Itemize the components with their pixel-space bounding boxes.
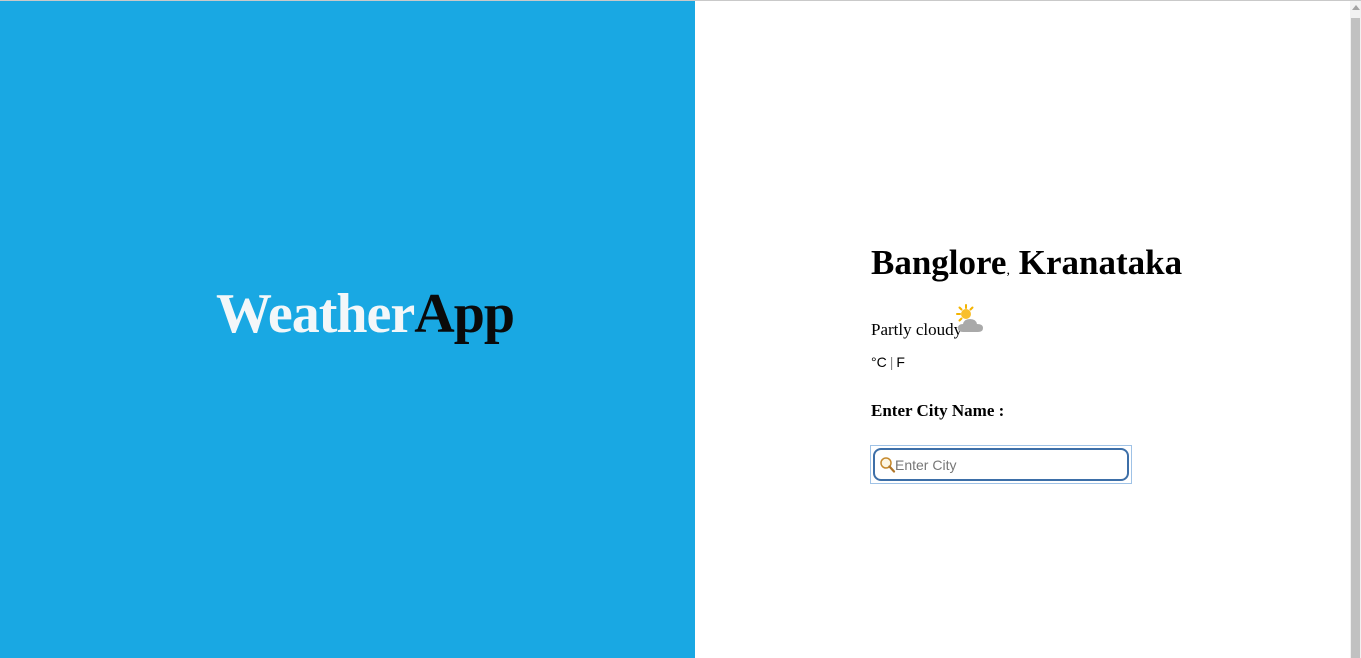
brand-word-weather: Weather bbox=[216, 283, 415, 345]
city-input-label: Enter City Name : bbox=[871, 401, 1005, 420]
vertical-scrollbar[interactable] bbox=[1350, 1, 1361, 658]
location-region: Kranataka bbox=[1018, 243, 1183, 282]
app-logo-title: WeatherApp bbox=[216, 279, 515, 349]
celsius-toggle[interactable]: °C bbox=[871, 354, 887, 370]
search-box[interactable] bbox=[873, 448, 1129, 481]
weather-condition: Partly cloudy bbox=[871, 320, 963, 339]
search-focus-ring bbox=[870, 445, 1132, 484]
location-separator: , bbox=[1006, 263, 1010, 278]
brand-panel: WeatherApp bbox=[0, 1, 695, 658]
scrollbar-thumb[interactable] bbox=[1351, 18, 1360, 658]
location-city: Banglore bbox=[871, 243, 1007, 282]
location-heading: Banglore, Kranataka bbox=[871, 241, 1182, 293]
brand-word-app: App bbox=[414, 283, 515, 345]
weather-panel: Banglore, Kranataka Partly cloudy °C | F E… bbox=[695, 1, 1350, 658]
city-search-input[interactable] bbox=[895, 452, 1123, 478]
scroll-up-arrow-icon[interactable] bbox=[1352, 5, 1360, 10]
unit-toggle: °C | F bbox=[871, 353, 905, 371]
fahrenheit-toggle[interactable]: F bbox=[896, 354, 905, 370]
unit-divider: | bbox=[889, 354, 894, 370]
search-icon bbox=[880, 457, 896, 473]
partly-cloudy-icon bbox=[956, 304, 983, 332]
